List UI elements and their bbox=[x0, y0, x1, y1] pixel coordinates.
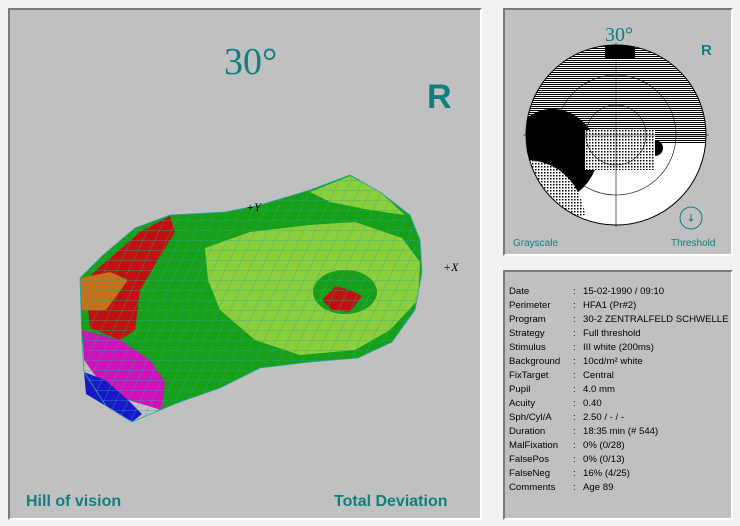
info-row: Strategy: Full threshold bbox=[509, 327, 641, 339]
info-row: Comments: Age 89 bbox=[509, 481, 614, 493]
info-row: Duration:18:35 min (# 544) bbox=[509, 425, 659, 437]
info-row: Date:15-02-1990 / 09:10 bbox=[509, 285, 665, 297]
grayscale-label: Grayscale bbox=[513, 238, 559, 249]
axis-y-label: +Y bbox=[246, 200, 261, 214]
info-row: Acuity:0.40 bbox=[509, 397, 602, 409]
info-row: Background:10cd/m² white bbox=[509, 355, 643, 367]
info-row: MalFixation:0% (0/28) bbox=[509, 439, 625, 451]
info-row: Pupil: 4.0 mm bbox=[509, 383, 615, 395]
info-row: FixTarget: Central bbox=[509, 369, 614, 381]
hill-of-vision-panel: 30° R +Y +X Hill of vision Total Deviati… bbox=[8, 8, 482, 520]
hill-of-vision-surface bbox=[79, 174, 423, 423]
grayscale-thumbnail-panel: 30° R Grayscale Threshold bbox=[503, 8, 733, 256]
info-row: FalseNeg:16% (4/25) bbox=[509, 467, 630, 479]
info-row: Stimulus: III white (200ms) bbox=[509, 341, 654, 353]
info-row: Sph/Cyl/A:2.50 / - / - bbox=[509, 411, 625, 423]
exam-info-table: Date:15-02-1990 / 09:10 Perimeter: HFA1 (… bbox=[509, 284, 729, 494]
total-deviation-caption: Total Deviation bbox=[334, 493, 448, 510]
info-row: Perimeter: HFA1 (Pr#2) bbox=[509, 299, 637, 311]
axis-x-label: +X bbox=[443, 260, 459, 274]
exam-info-panel: Date:15-02-1990 / 09:10 Perimeter: HFA1 (… bbox=[503, 270, 733, 520]
info-row: Program:30-2 ZENTRALFELD SCHWELLE bbox=[509, 313, 729, 325]
hill-of-vision-caption: Hill of vision bbox=[26, 493, 122, 510]
threshold-label: Threshold bbox=[671, 238, 716, 249]
grayscale-field-plot bbox=[523, 43, 709, 230]
info-row: FalsePos:0% (0/13) bbox=[509, 453, 625, 465]
